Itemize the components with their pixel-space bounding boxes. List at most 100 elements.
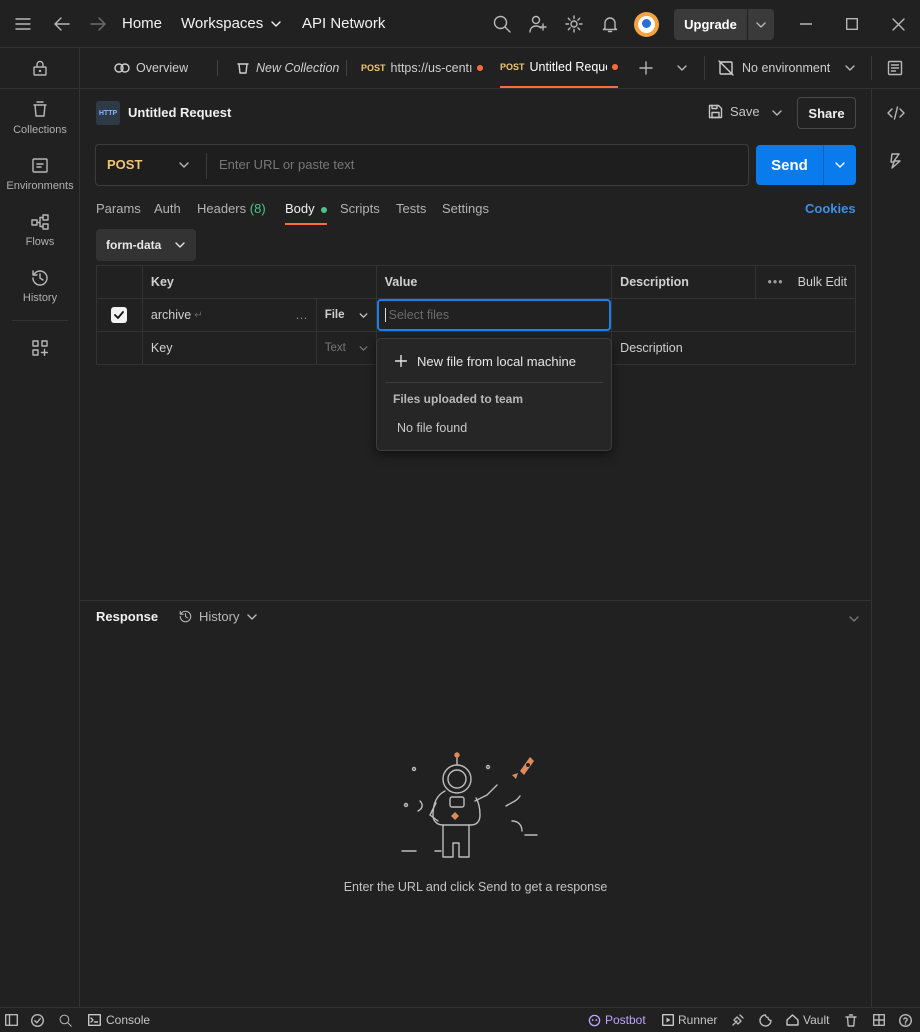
key-value: archive [150, 308, 192, 322]
notifications-bell-icon[interactable] [600, 14, 620, 34]
sidebar-item-flows[interactable]: Flows [0, 212, 80, 248]
left-sidebar: Collections Environments Flows History [0, 48, 80, 1007]
upgrade-chevron-icon[interactable] [748, 9, 774, 40]
send-button-group: Send [756, 145, 856, 185]
body-type-selector[interactable]: form-data [96, 229, 196, 261]
bulk-edit-link[interactable]: Bulk Edit [798, 275, 847, 289]
checkbox-cell [96, 298, 143, 332]
method-selector[interactable]: POST [107, 157, 142, 172]
search-icon[interactable] [492, 14, 512, 34]
vault-button[interactable]: Vault [786, 1013, 829, 1027]
back-arrow-icon[interactable] [52, 14, 72, 34]
environment-chevron-icon[interactable] [840, 58, 860, 78]
lock-icon[interactable] [30, 58, 50, 78]
capture-requests-icon[interactable] [730, 1013, 744, 1027]
type-label: File [324, 309, 345, 321]
console-button[interactable]: Console [88, 1013, 150, 1027]
description-placeholder[interactable]: Description [611, 331, 856, 365]
key-placeholder[interactable]: Key [141, 331, 317, 365]
invite-user-icon[interactable] [528, 14, 548, 34]
maximize-window-icon[interactable] [842, 14, 862, 34]
description-cell[interactable] [611, 298, 856, 332]
sidebar-item-environments[interactable]: Environments [0, 156, 80, 192]
tab-untitled-request[interactable]: POST Untitled Reque [500, 48, 618, 88]
trash-icon[interactable] [844, 1013, 858, 1027]
sidebar-item-collections[interactable]: Collections [0, 100, 80, 136]
collection-icon [237, 63, 249, 74]
sidebar-item-label: Flows [25, 236, 55, 248]
tabs-menu-chevron-icon[interactable] [672, 58, 692, 78]
overview-icon [114, 63, 130, 73]
value-cell: Select files [375, 298, 613, 332]
code-snippet-icon[interactable] [886, 103, 906, 123]
layout-grid-icon[interactable] [872, 1013, 886, 1027]
tab-overview[interactable]: Overview [114, 48, 188, 88]
cookies-link[interactable]: Cookies [805, 201, 856, 216]
response-pane: Response History Enter the URL and click… [80, 600, 871, 1007]
help-icon[interactable] [898, 1013, 912, 1027]
type-cell[interactable]: Text [315, 331, 377, 365]
chevron-down-icon [271, 20, 281, 27]
tab-tests[interactable]: Tests [396, 201, 426, 216]
avatar[interactable] [634, 12, 659, 37]
key-cell[interactable]: archive ↵ … [141, 298, 317, 332]
settings-gear-icon[interactable] [564, 14, 584, 34]
toggle-sidebar-icon[interactable] [4, 1013, 18, 1027]
menu-icon[interactable] [12, 14, 34, 34]
console-label: Console [106, 1013, 151, 1027]
row-enabled-checkbox[interactable] [111, 307, 128, 323]
tab-headers[interactable]: Headers (8) [197, 201, 266, 216]
upgrade-button[interactable]: Upgrade [674, 9, 747, 40]
cookies-status-icon[interactable] [758, 1013, 772, 1027]
sidebar-item-history[interactable]: History [0, 268, 80, 304]
save-button[interactable]: Save [708, 104, 760, 119]
environment-quick-look-icon[interactable] [885, 58, 905, 78]
tab-auth[interactable]: Auth [154, 201, 181, 216]
send-options-chevron-icon[interactable] [824, 145, 856, 185]
share-button[interactable]: Share [797, 97, 856, 129]
sync-status-check-icon[interactable] [30, 1013, 44, 1027]
tab-post-us-central[interactable]: POST https://us-centı [361, 48, 485, 88]
collapse-response-chevron-icon[interactable] [846, 611, 862, 627]
forward-arrow-icon[interactable] [88, 14, 108, 34]
response-history-dropdown[interactable]: History [178, 609, 258, 624]
tab-body[interactable]: Body [285, 201, 328, 225]
status-bar: Console Postbot Runner Vault [0, 1007, 920, 1032]
related-collections-icon[interactable] [886, 151, 906, 171]
find-icon[interactable] [58, 1013, 72, 1027]
new-file-option[interactable]: New file from local machine [385, 347, 603, 375]
save-label: Save [730, 104, 760, 119]
column-header-description: Description [611, 265, 757, 299]
tab-params[interactable]: Params [96, 201, 141, 216]
nav-workspaces[interactable]: Workspaces [181, 15, 281, 32]
save-options-chevron-icon[interactable] [767, 104, 787, 122]
runner-icon [662, 1014, 674, 1026]
type-cell[interactable]: File [315, 298, 377, 332]
url-input[interactable]: Enter URL or paste text [219, 157, 354, 172]
nav-home[interactable]: Home [122, 15, 162, 32]
request-title[interactable]: Untitled Request [128, 105, 231, 120]
bulk-edit-cell: ••• Bulk Edit [755, 265, 856, 299]
body-type-label: form-data [106, 238, 162, 252]
select-files-input[interactable]: Select files [376, 299, 612, 331]
close-window-icon[interactable] [888, 14, 908, 34]
tab-label: https://us-centı [390, 61, 473, 75]
runner-button[interactable]: Runner [662, 1013, 717, 1027]
save-icon [708, 104, 723, 119]
postbot-icon [588, 1014, 601, 1026]
environment-selector[interactable]: No environment [718, 48, 858, 88]
tab-scripts[interactable]: Scripts [340, 201, 380, 216]
runner-label: Runner [678, 1013, 718, 1027]
postbot-button[interactable]: Postbot [588, 1013, 646, 1027]
add-sidebar-item-icon[interactable] [30, 338, 50, 358]
files-uploaded-heading: Files uploaded to team [393, 392, 524, 406]
nav-api-network[interactable]: API Network [302, 15, 385, 32]
key-options-icon[interactable]: … [295, 308, 308, 322]
send-button[interactable]: Send [756, 145, 823, 185]
tab-settings[interactable]: Settings [442, 201, 489, 216]
method-chevron-icon[interactable] [176, 157, 192, 173]
minimize-window-icon[interactable] [796, 14, 816, 34]
tab-new-collection[interactable]: New Collection [236, 48, 339, 88]
more-options-icon[interactable]: ••• [768, 275, 784, 289]
new-tab-plus-icon[interactable] [636, 58, 656, 78]
